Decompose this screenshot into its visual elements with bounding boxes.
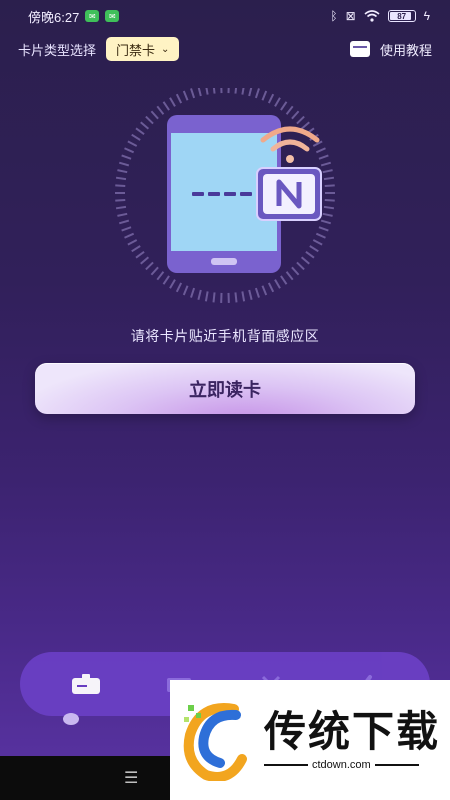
card-icon bbox=[349, 41, 370, 57]
top-bar: 卡片类型选择 门禁卡 ⌄ 使用教程 bbox=[0, 34, 450, 64]
placement-hint: 请将卡片贴近手机背面感应区 bbox=[130, 328, 320, 344]
chevron-down-icon: ⌄ bbox=[161, 43, 170, 55]
bluetooth-icon: ᛒ bbox=[330, 9, 338, 23]
watermark-url: ctdown.com bbox=[312, 759, 371, 771]
menu-icon[interactable]: ☰ bbox=[124, 768, 138, 788]
read-card-icon bbox=[72, 674, 101, 694]
watermark: 传统下载 ctdown.com bbox=[170, 680, 450, 800]
message-notification-icon: ✉ bbox=[85, 10, 100, 22]
status-time: 傍晚6:27 bbox=[28, 9, 80, 25]
read-card-button[interactable]: 立即读卡 bbox=[35, 363, 415, 414]
nav-read-card[interactable] bbox=[66, 664, 106, 704]
battery-icon: 87 bbox=[387, 10, 416, 22]
tutorial-button[interactable]: 使用教程 bbox=[349, 40, 432, 59]
nav-active-indicator bbox=[63, 713, 79, 725]
status-bar: 傍晚6:27 ✉ ✉ ᛒ ⊠ 87 ϟ bbox=[0, 0, 450, 32]
nfc-illustration bbox=[95, 83, 355, 303]
watermark-logo-icon bbox=[183, 703, 247, 781]
message-notification-icon: ✉ bbox=[105, 10, 120, 22]
charging-icon: ϟ bbox=[423, 9, 430, 23]
card-type-label: 卡片类型选择 bbox=[18, 42, 97, 58]
battery-percent: 87 bbox=[397, 11, 407, 21]
sim-off-icon: ⊠ bbox=[345, 9, 356, 23]
nfc-phone-icon bbox=[115, 83, 335, 303]
watermark-title: 传统下载 bbox=[264, 708, 441, 755]
card-type-value: 门禁卡 bbox=[116, 42, 156, 58]
card-type-select[interactable]: 门禁卡 ⌄ bbox=[106, 37, 180, 61]
wifi-icon bbox=[364, 10, 380, 22]
tutorial-label: 使用教程 bbox=[379, 42, 432, 58]
